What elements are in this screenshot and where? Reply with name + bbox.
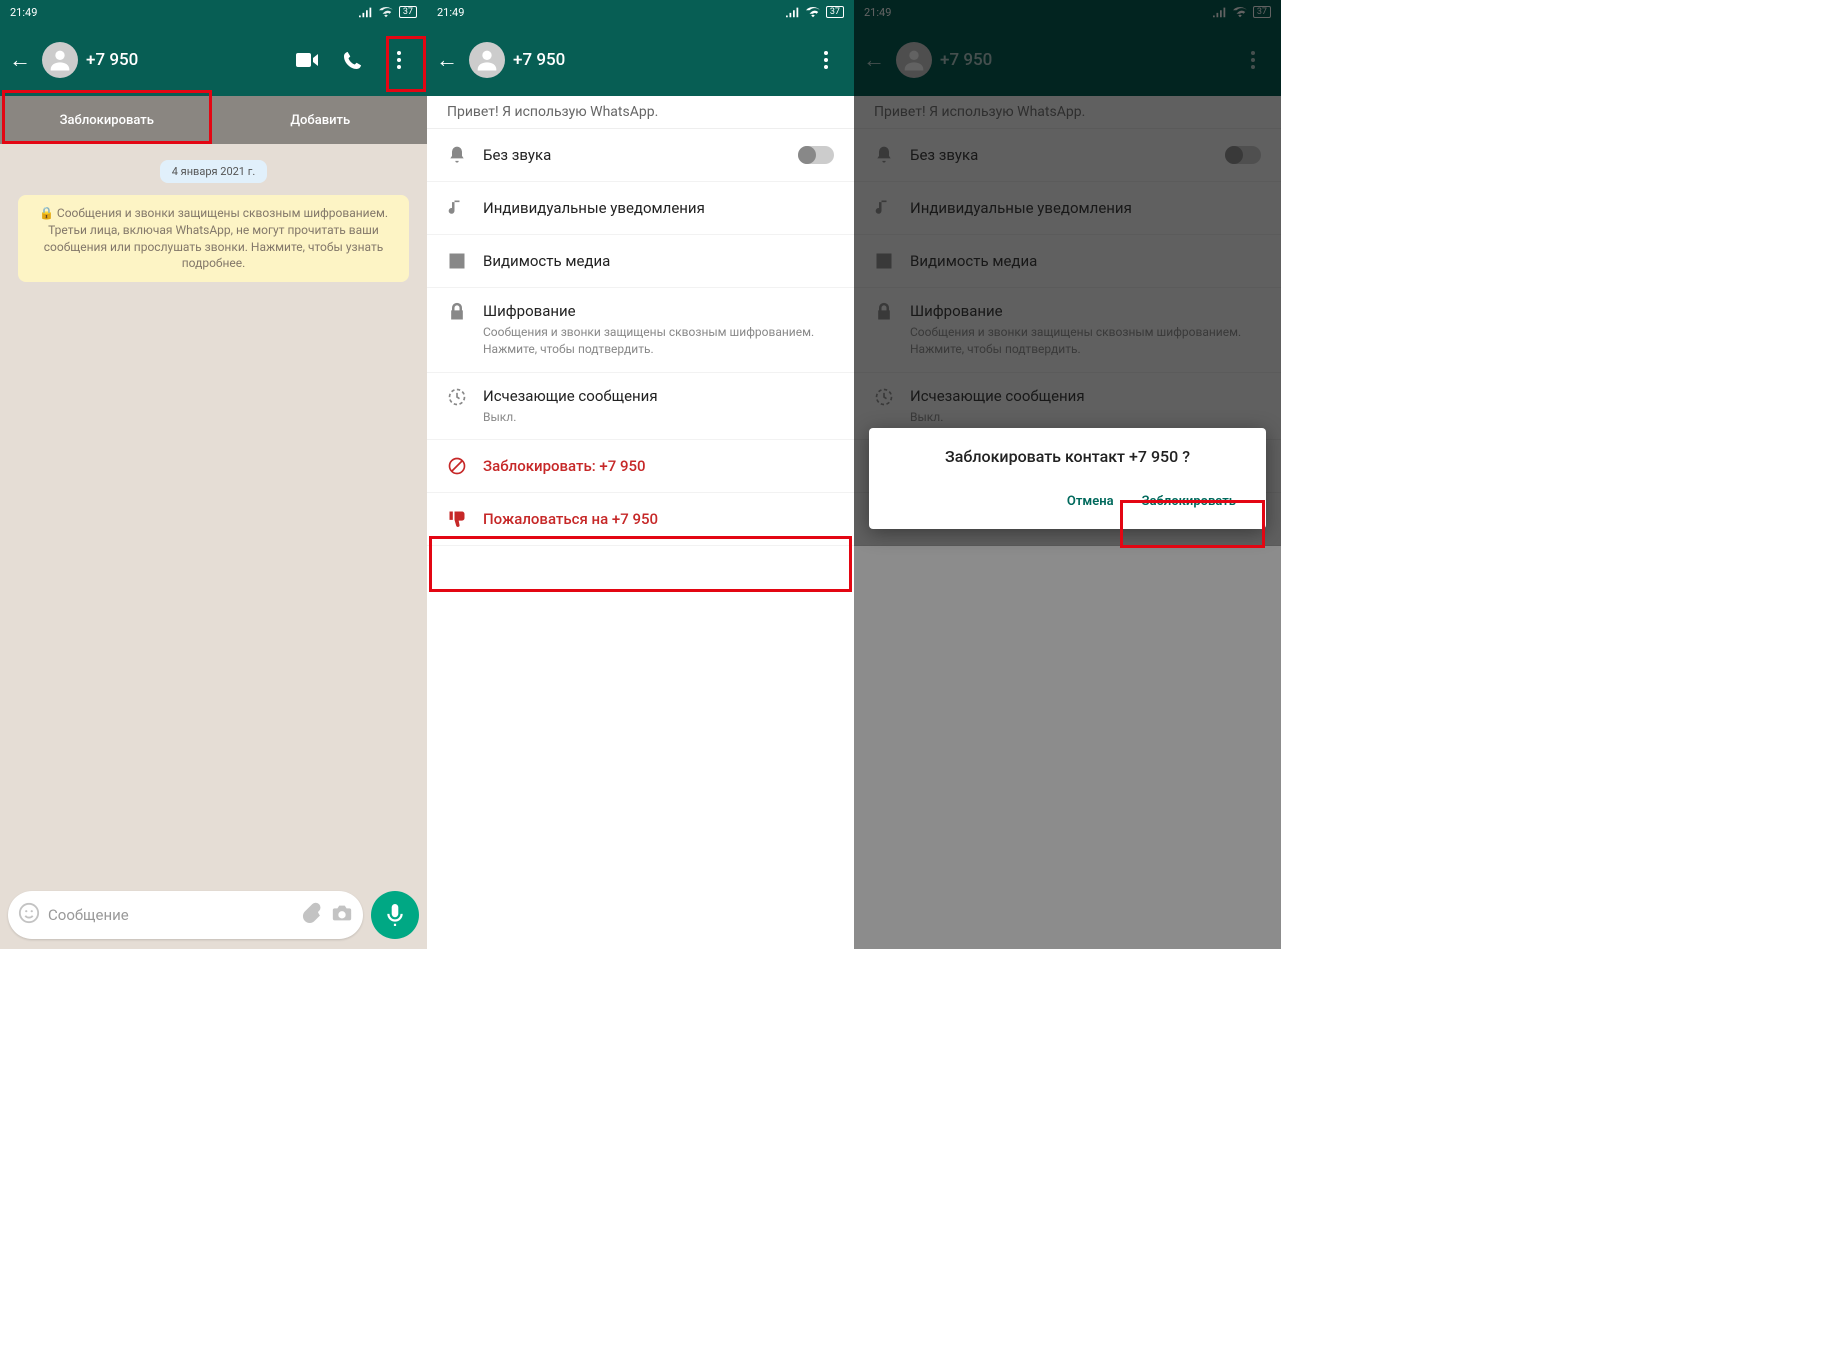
- wifi-icon: [379, 6, 393, 18]
- block-contact-row[interactable]: Заблокировать: +7 950: [427, 440, 854, 493]
- timer-icon: [447, 387, 467, 407]
- avatar[interactable]: [469, 42, 505, 78]
- back-button[interactable]: ←: [433, 47, 461, 73]
- block-icon: [447, 456, 467, 476]
- chat-header: ← +7 950: [0, 24, 427, 96]
- contact-info-header: ← +7 950: [427, 24, 854, 96]
- date-chip: 4 января 2021 г.: [160, 160, 267, 183]
- attach-icon[interactable]: [301, 902, 323, 928]
- music-note-icon: [447, 198, 467, 218]
- bell-icon: [447, 145, 467, 165]
- signal-icon: [786, 6, 800, 18]
- dialog-title: Заблокировать контакт +7 950 ?: [887, 446, 1248, 468]
- mute-toggle[interactable]: [798, 146, 834, 164]
- emoji-icon[interactable]: [18, 902, 40, 928]
- block-confirm-dialog: Заблокировать контакт +7 950 ? Отмена За…: [869, 428, 1266, 529]
- clock: 21:49: [10, 6, 37, 19]
- status-text: Привет! Я использую WhatsApp.: [427, 96, 854, 129]
- cancel-button[interactable]: Отмена: [1055, 486, 1126, 517]
- more-menu-icon[interactable]: [814, 48, 838, 72]
- block-button[interactable]: Заблокировать: [0, 96, 214, 144]
- add-contact-button[interactable]: Добавить: [214, 96, 428, 144]
- status-bar: 21:49 37: [427, 0, 854, 24]
- message-placeholder: Сообщение: [48, 906, 293, 924]
- video-call-icon[interactable]: [295, 48, 319, 72]
- contact-title[interactable]: +7 950: [86, 50, 295, 70]
- clock: 21:49: [437, 6, 464, 19]
- notifications-row[interactable]: Индивидуальные уведомления: [427, 182, 854, 235]
- report-contact-row[interactable]: Пожаловаться на +7 950: [427, 493, 854, 546]
- battery-indicator: 37: [826, 6, 844, 18]
- message-input[interactable]: Сообщение: [8, 891, 363, 939]
- mute-row[interactable]: Без звука: [427, 129, 854, 182]
- camera-icon[interactable]: [331, 902, 353, 928]
- confirm-block-button[interactable]: Заблокировать: [1130, 486, 1248, 517]
- encryption-notice[interactable]: 🔒 Сообщения и звонки защищены сквозным ш…: [18, 195, 409, 282]
- signal-icon: [359, 6, 373, 18]
- contact-title[interactable]: +7 950: [513, 50, 814, 70]
- lock-icon: [447, 302, 467, 322]
- media-visibility-row[interactable]: Видимость медиа: [427, 235, 854, 288]
- voice-call-icon[interactable]: [341, 48, 365, 72]
- voice-record-button[interactable]: [371, 891, 419, 939]
- unknown-contact-actions: Заблокировать Добавить: [0, 96, 427, 144]
- battery-indicator: 37: [399, 6, 417, 18]
- wifi-icon: [806, 6, 820, 18]
- status-bar: 21:49 37: [0, 0, 427, 24]
- avatar[interactable]: [42, 42, 78, 78]
- encryption-row[interactable]: Шифрование Сообщения и звонки защищены с…: [427, 288, 854, 373]
- image-icon: [447, 251, 467, 271]
- more-menu-icon[interactable]: [387, 48, 411, 72]
- back-button[interactable]: ←: [6, 47, 34, 73]
- thumbs-down-icon: [447, 509, 467, 529]
- disappearing-row[interactable]: Исчезающие сообщения Выкл.: [427, 373, 854, 441]
